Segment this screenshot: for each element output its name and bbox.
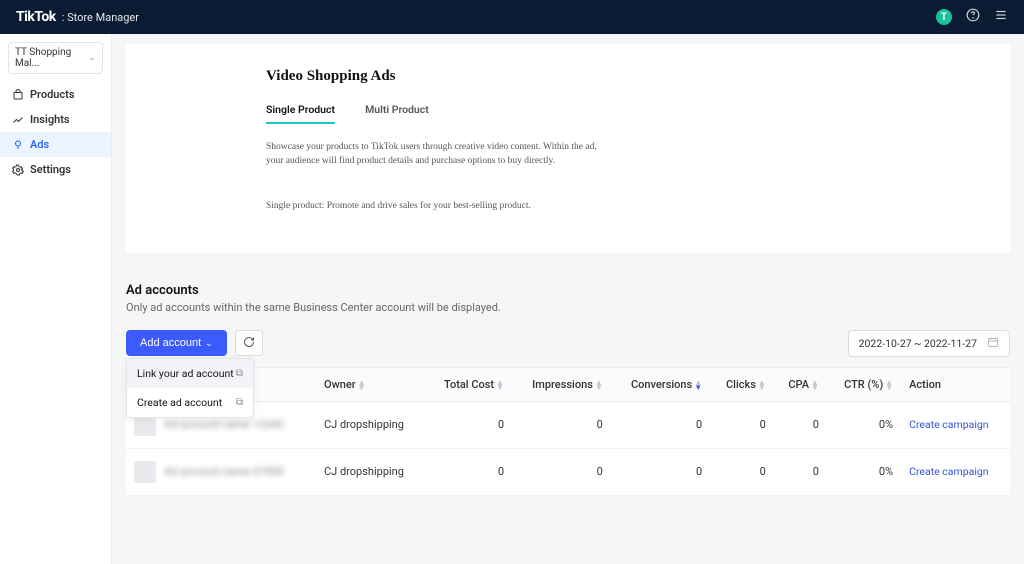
ads-icon — [12, 139, 24, 151]
product-tabs: Single Product Multi Product — [266, 103, 870, 124]
settings-icon — [12, 164, 24, 176]
cell-cpa: 0 — [774, 401, 827, 448]
chevron-down-icon: ⌄ — [205, 338, 213, 349]
cell-impressions: 0 — [512, 401, 611, 448]
calendar-icon — [987, 336, 999, 351]
page-title: Video Shopping Ads — [266, 68, 870, 85]
hero-description: Showcase your products to TikTok users t… — [266, 140, 606, 169]
accounts-table: A Owner▲▼ Total Cost▲▼ Impressions▲▼ Con… — [126, 367, 1010, 496]
external-link-icon: ⧉ — [236, 397, 243, 408]
refresh-icon — [243, 336, 255, 351]
tab-multi-product[interactable]: Multi Product — [365, 103, 429, 124]
ad-accounts-section: Ad accounts Only ad accounts within the … — [126, 269, 1010, 496]
menu-icon[interactable] — [994, 8, 1008, 26]
external-link-icon: ⧉ — [236, 368, 243, 379]
chevron-down-icon: ⌄ — [88, 53, 96, 63]
add-account-button[interactable]: Add account ⌄ — [126, 330, 227, 356]
add-account-dropdown: Link your ad account ⧉ Create ad account… — [126, 358, 254, 418]
section-subtitle: Only ad accounts within the same Busines… — [126, 301, 1010, 314]
table-row: Ad account name 67890 CJ dropshipping 0 … — [126, 448, 1010, 495]
date-range-value: 2022-10-27 ~ 2022-11-27 — [859, 337, 977, 350]
create-campaign-link[interactable]: Create campaign — [909, 418, 988, 431]
sidebar-item-label: Insights — [30, 113, 70, 126]
hero-subdescription: Single product: Promote and drive sales … — [266, 199, 606, 213]
app-header: TikTok : Store Manager T — [0, 0, 1024, 34]
col-total-cost[interactable]: Total Cost▲▼ — [425, 367, 512, 401]
cell-cpa: 0 — [774, 448, 827, 495]
dropdown-create-account[interactable]: Create ad account ⧉ — [127, 388, 253, 417]
date-range-picker[interactable]: 2022-10-27 ~ 2022-11-27 — [848, 330, 1010, 357]
refresh-button[interactable] — [235, 330, 263, 356]
cell-conversions: 0 — [611, 401, 710, 448]
help-icon[interactable] — [966, 8, 980, 26]
cell-total-cost: 0 — [425, 448, 512, 495]
col-owner[interactable]: Owner▲▼ — [316, 367, 425, 401]
store-selector[interactable]: TT Shopping Mal... ⌄ — [8, 42, 103, 74]
sidebar-item-insights[interactable]: Insights — [0, 107, 111, 132]
sort-icon: ▲▼ — [358, 380, 366, 390]
col-ctr[interactable]: CTR (%)▲▼ — [827, 367, 901, 401]
insights-icon — [12, 114, 24, 126]
sidebar: TT Shopping Mal... ⌄ Products Insights A… — [0, 34, 112, 564]
dropdown-item-label: Link your ad account — [137, 367, 234, 380]
cell-total-cost: 0 — [425, 401, 512, 448]
store-selector-label: TT Shopping Mal... — [15, 47, 88, 69]
header-brand: TikTok : Store Manager — [16, 9, 139, 25]
main-content: Video Shopping Ads Single Product Multi … — [112, 34, 1024, 564]
sort-icon: ▲▼ — [758, 380, 766, 390]
logo-subtitle: : Store Manager — [62, 11, 139, 24]
sidebar-item-label: Settings — [30, 163, 71, 176]
hero-card: Video Shopping Ads Single Product Multi … — [126, 44, 1010, 253]
sidebar-nav: Products Insights Ads Settings — [0, 82, 111, 182]
sidebar-item-label: Products — [30, 88, 75, 101]
sidebar-item-label: Ads — [30, 138, 49, 151]
avatar[interactable]: T — [936, 9, 952, 25]
tab-single-product[interactable]: Single Product — [266, 103, 335, 124]
logo-text: TikTok — [16, 9, 56, 25]
add-account-label: Add account — [140, 337, 201, 349]
sort-icon: ▲▼ — [885, 380, 893, 390]
header-actions: T — [936, 8, 1008, 26]
table-header-row: A Owner▲▼ Total Cost▲▼ Impressions▲▼ Con… — [126, 367, 1010, 401]
col-impressions[interactable]: Impressions▲▼ — [512, 367, 611, 401]
sort-icon: ▲▼ — [595, 380, 603, 390]
table-row: Ad account name 12345 CJ dropshipping 0 … — [126, 401, 1010, 448]
create-campaign-link[interactable]: Create campaign — [909, 465, 988, 478]
sidebar-item-settings[interactable]: Settings — [0, 157, 111, 182]
cell-ctr: 0% — [827, 448, 901, 495]
account-name: Ad account name 12345 — [164, 418, 284, 431]
sort-icon: ▲▼ — [496, 380, 504, 390]
sidebar-item-products[interactable]: Products — [0, 82, 111, 107]
sidebar-item-ads[interactable]: Ads — [0, 132, 111, 157]
col-conversions[interactable]: Conversions▲▼ — [611, 367, 710, 401]
cell-conversions: 0 — [611, 448, 710, 495]
products-icon — [12, 89, 24, 101]
cell-owner: CJ dropshipping — [316, 401, 425, 448]
dropdown-item-label: Create ad account — [137, 396, 222, 409]
col-action: Action — [901, 367, 1010, 401]
cell-clicks: 0 — [710, 448, 774, 495]
account-thumb — [134, 461, 156, 483]
cell-clicks: 0 — [710, 401, 774, 448]
col-clicks[interactable]: Clicks▲▼ — [710, 367, 774, 401]
sort-icon: ▲▼ — [694, 380, 702, 390]
account-name: Ad account name 67890 — [164, 465, 284, 478]
cell-owner: CJ dropshipping — [316, 448, 425, 495]
cell-impressions: 0 — [512, 448, 611, 495]
section-title: Ad accounts — [126, 283, 1010, 298]
dropdown-link-account[interactable]: Link your ad account ⧉ — [127, 359, 253, 388]
cell-ctr: 0% — [827, 401, 901, 448]
accounts-toolbar: Add account ⌄ Link your ad account ⧉ Cre… — [126, 330, 1010, 357]
sort-icon: ▲▼ — [811, 380, 819, 390]
col-cpa[interactable]: CPA▲▼ — [774, 367, 827, 401]
